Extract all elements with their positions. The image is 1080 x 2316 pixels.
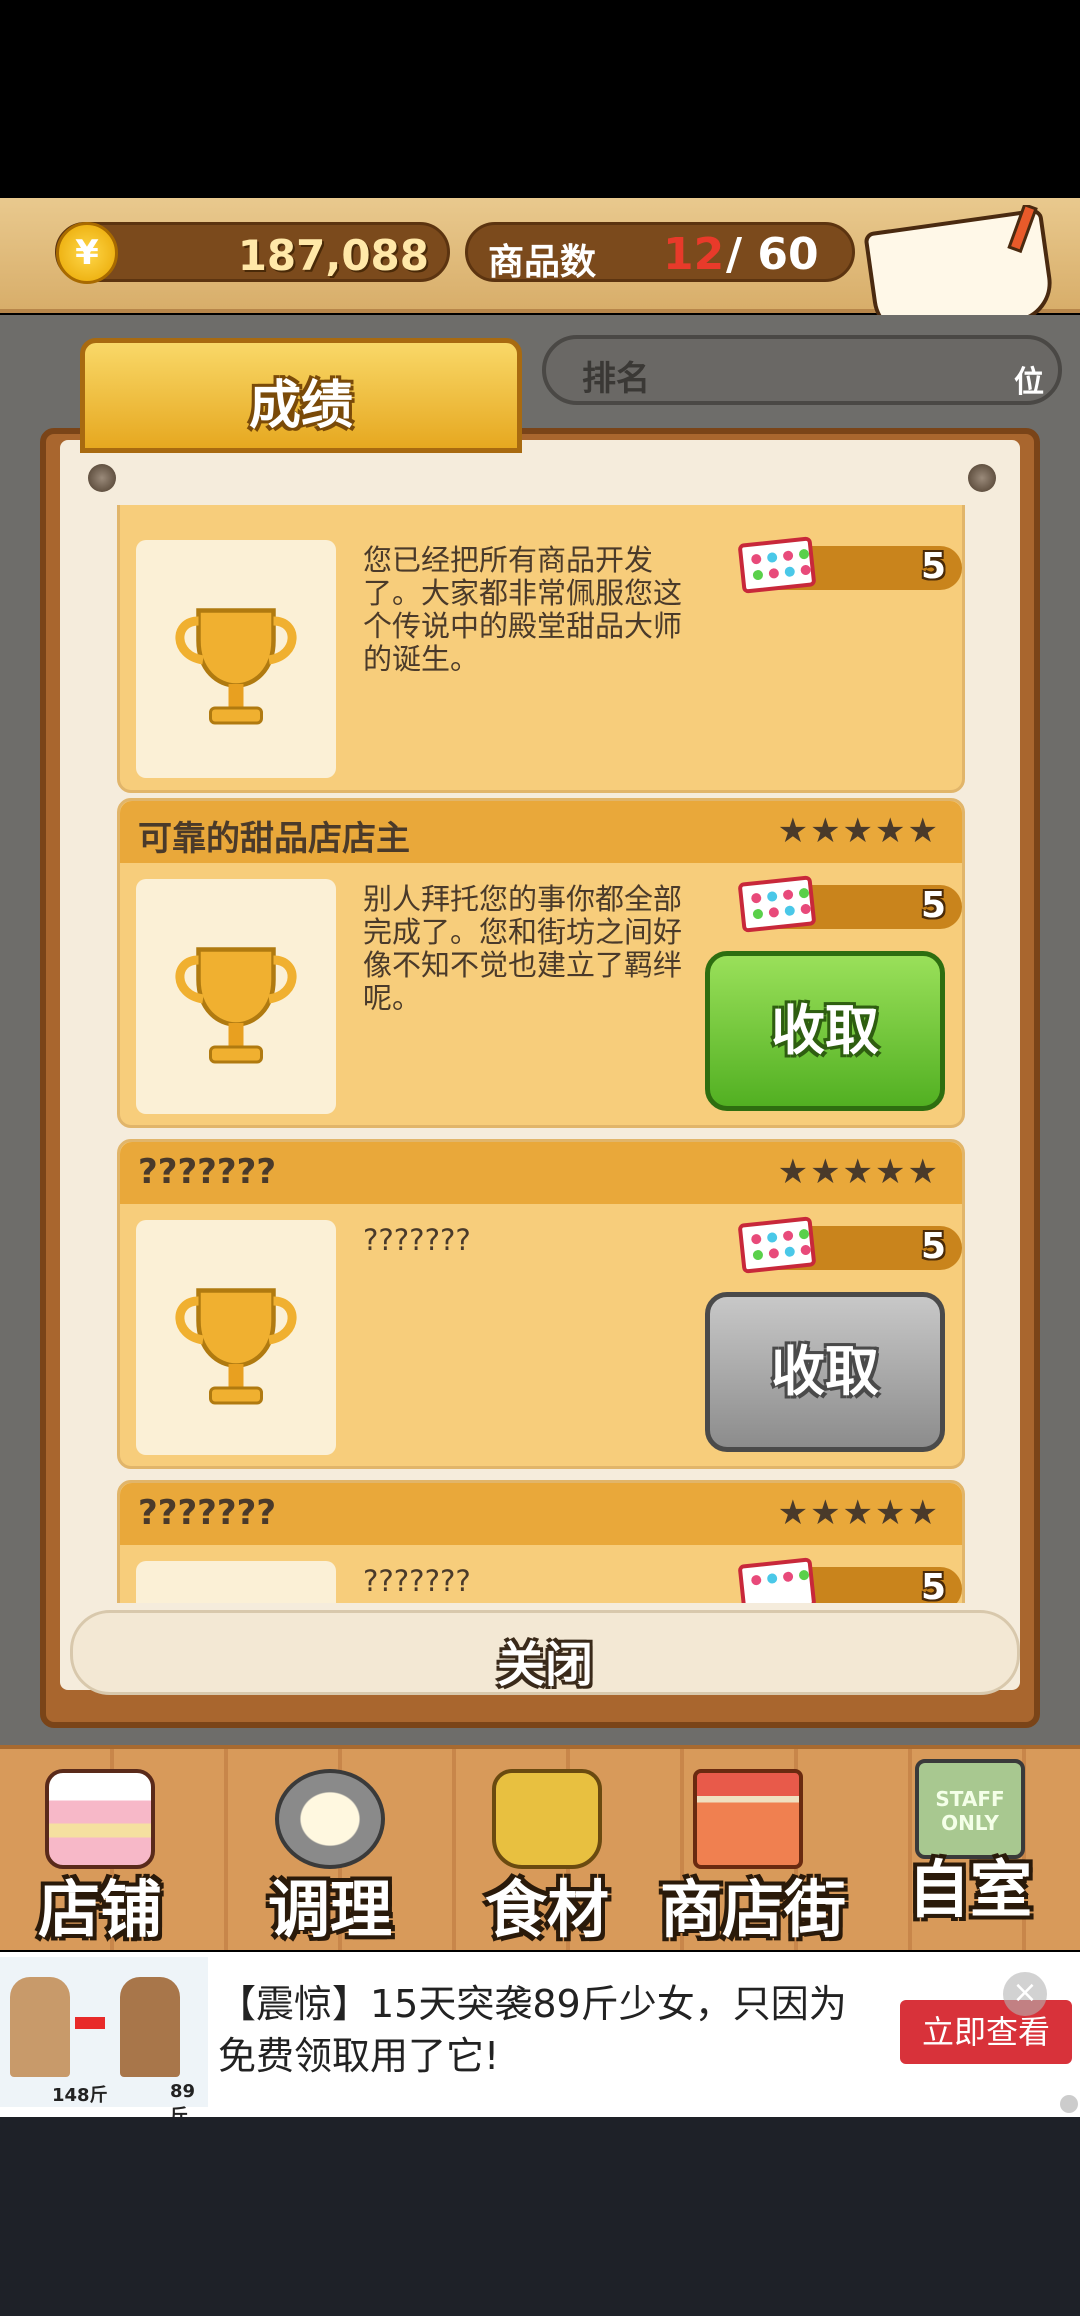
ad-image[interactable]: 148斤 89斤 [0, 1957, 208, 2127]
reward-display: 5 [737, 1557, 965, 1603]
whisk-bowl-icon [275, 1769, 385, 1869]
reward-display: 5 [737, 536, 965, 594]
ad-info-icon[interactable] [1060, 2095, 1078, 2113]
achievement-description: ??????? [363, 1223, 471, 1257]
claim-button-disabled[interactable]: 收取 [705, 1292, 945, 1452]
achievement-title: ??????? [138, 1152, 277, 1192]
game-screen: ¥ 187,088 商品数 12 / 60 食谱 排名 位 成绩 ★★★★ [0, 0, 1080, 2316]
achievement-thumbnail [136, 1561, 336, 1603]
reward-display: 5 [737, 1216, 965, 1274]
bottom-nav: 店铺 调理 食材 商店街 STAFF ONLY 自室 [0, 1745, 1080, 1950]
pin-icon [88, 464, 116, 492]
achievement-thumbnail [136, 1220, 336, 1455]
trophy-icon [175, 947, 297, 1064]
achievement-card: 可靠的甜品店店主 ★★★★★ 别人拜托您的事你都全部完成了。您和街坊之间好像不知… [117, 798, 965, 1128]
ad-view-button[interactable]: 立即查看 [900, 2000, 1072, 2064]
achievement-stars: ★★★★★ [777, 1493, 940, 1533]
product-count-label: 商品数 [488, 242, 597, 283]
tab-achievements[interactable]: 成绩 [80, 338, 522, 453]
achievement-stars: ★★★★★ [777, 811, 940, 851]
nav-ingredients-label: 食材 [484, 1873, 609, 1946]
ticket-icon [737, 1216, 817, 1274]
achievement-title: ??????? [138, 1493, 277, 1533]
yen-coin-icon: ¥ [56, 222, 118, 284]
nav-shopping-street[interactable]: 商店街 [648, 1769, 858, 1949]
trophy-icon [175, 608, 297, 725]
nav-cooking[interactable]: 调理 [230, 1769, 430, 1949]
product-count-display: 商品数 12 / 60 [465, 222, 855, 283]
reward-value: 5 [920, 885, 946, 926]
nav-shop-label: 店铺 [37, 1873, 162, 1946]
system-nav-area [0, 2117, 1080, 2316]
reward-value: 5 [920, 546, 946, 587]
nav-my-room-label: 自室 [907, 1853, 1032, 1926]
ad-image-before: 148斤 [52, 2085, 108, 2106]
ticket-icon [737, 875, 817, 933]
product-count-total: / 60 [726, 229, 819, 280]
money-display: ¥ 187,088 [55, 222, 450, 284]
ticket-icon [737, 1557, 817, 1603]
tab-ranking-label: 排名 [582, 359, 650, 399]
ad-text[interactable]: 【震惊】15天突袭89斤少女，只因为免费领取用了它! [218, 1978, 858, 2082]
achievement-title: 可靠的甜品店店主 [138, 819, 410, 859]
achievement-header: ??????? ★★★★★ [120, 1483, 962, 1545]
ticket-icon [737, 536, 817, 594]
achievement-card: ??????? ★★★★★ ??????? 5 [117, 1139, 965, 1469]
achievement-thumbnail [136, 879, 336, 1114]
tab-ranking[interactable]: 排名 位 [542, 335, 1062, 405]
achievement-stars: ★★★★★ [777, 1152, 940, 1192]
nav-cooking-label: 调理 [267, 1873, 392, 1946]
flour-bag-icon [492, 1769, 602, 1869]
achievement-header: ??????? ★★★★★ [120, 1142, 962, 1204]
pencil-icon [1007, 205, 1038, 254]
reward-value: 5 [920, 1226, 946, 1267]
achievement-description: 您已经把所有商品开发了。大家都非常佩服您这个传说中的殿堂甜品大师的诞生。 [363, 543, 683, 676]
achievement-description: ??????? [363, 1564, 471, 1598]
arrow-icon [75, 2017, 105, 2029]
storefront-icon [693, 1769, 803, 1869]
staff-only-sign: STAFF ONLY [935, 1787, 1005, 1835]
achievement-description: 别人拜托您的事你都全部完成了。您和街坊之间好像不知不觉也建立了羁绊呢。 [363, 882, 683, 1015]
claim-button[interactable]: 收取 [705, 951, 945, 1111]
reward-value: 5 [920, 1567, 946, 1603]
nav-ingredients[interactable]: 食材 [447, 1769, 647, 1949]
ad-banner[interactable]: 148斤 89斤 【震惊】15天突袭89斤少女，只因为免费领取用了它! 立即查看… [0, 1952, 1080, 2127]
nav-my-room[interactable]: STAFF ONLY 自室 [870, 1759, 1070, 1949]
cake-icon [45, 1769, 155, 1869]
achievement-header: 可靠的甜品店店主 ★★★★★ [120, 801, 962, 863]
close-button[interactable]: 关闭 [70, 1610, 1020, 1695]
pin-icon [968, 464, 996, 492]
achievement-list[interactable]: ★★★★★ 您已经把所有商品开发了。大家都非常佩服您这个传说中的殿堂甜品大师的诞… [117, 505, 965, 1603]
achievement-card: ★★★★★ 您已经把所有商品开发了。大家都非常佩服您这个传说中的殿堂甜品大师的诞… [117, 505, 965, 793]
nav-shop[interactable]: 店铺 [0, 1769, 200, 1949]
ad-close-icon[interactable]: × [1003, 1972, 1047, 2016]
achievement-thumbnail [136, 540, 336, 778]
rank-suffix: 位 [1014, 365, 1044, 400]
achievement-card: ??????? ★★★★★ ??????? 5 [117, 1480, 965, 1603]
nav-shopping-street-label: 商店街 [659, 1873, 846, 1946]
product-count-current: 12 [663, 229, 725, 280]
trophy-icon [175, 1288, 297, 1405]
tab-achievements-label: 成绩 [248, 376, 353, 436]
close-label: 关闭 [496, 1637, 593, 1693]
reward-display: 5 [737, 875, 965, 933]
money-value: 187,088 [237, 231, 429, 280]
